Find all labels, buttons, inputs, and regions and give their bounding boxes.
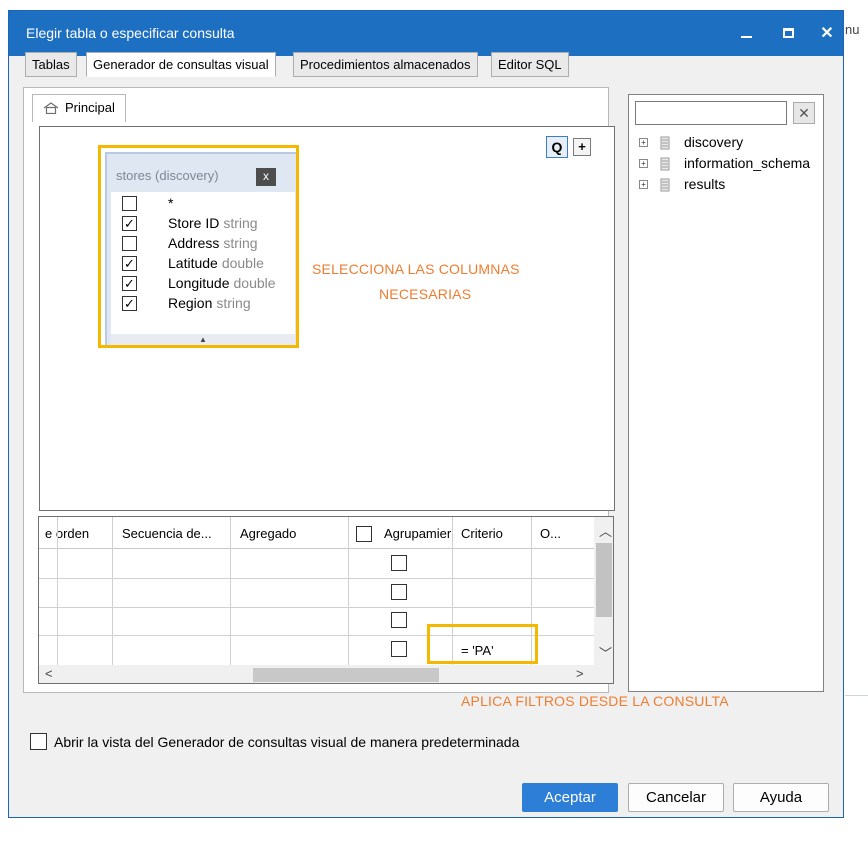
tab-sql-editor[interactable]: Editor SQL xyxy=(491,52,569,77)
grid-header-sort-order[interactable]: Secuencia de... xyxy=(122,526,212,541)
vertical-scroll-thumb[interactable] xyxy=(596,543,612,617)
clear-search-icon[interactable]: ✕ xyxy=(793,102,815,124)
grid-col-divider xyxy=(57,517,58,665)
maximize-button[interactable] xyxy=(770,19,806,49)
grid-header: e orden Secuencia de... Agregado Agrupam… xyxy=(39,517,594,549)
tree-item-label: discovery xyxy=(684,134,744,150)
expand-icon[interactable]: + xyxy=(639,138,648,147)
home-icon xyxy=(43,102,59,114)
tab-principal-label: Principal xyxy=(65,100,115,115)
scroll-right-icon[interactable]: > xyxy=(576,666,584,681)
minimize-button[interactable] xyxy=(728,19,764,49)
grid-header-or[interactable]: O... xyxy=(540,526,561,541)
close-button[interactable]: ✕ xyxy=(809,19,845,49)
scroll-down-icon[interactable]: ﹀ xyxy=(599,643,612,662)
horizontal-scroll-thumb[interactable] xyxy=(253,668,439,682)
grid-header-sort-type[interactable]: e orden xyxy=(45,526,89,541)
expand-icon[interactable]: + xyxy=(639,180,648,189)
window-title: Elegir tabla o especificar consulta xyxy=(26,25,235,41)
grid-vertical-scrollbar[interactable]: ︿ ﹀ xyxy=(594,517,613,665)
add-table-button[interactable]: + xyxy=(573,138,591,156)
title-bar: Elegir tabla o especificar consulta ✕ xyxy=(9,11,843,56)
expand-icon[interactable]: + xyxy=(639,159,648,168)
ok-button[interactable]: Aceptar xyxy=(522,783,618,812)
tab-stored-procedures[interactable]: Procedimientos almacenados xyxy=(293,52,478,77)
background-stray-text: nu xyxy=(845,22,860,37)
help-button[interactable]: Ayuda xyxy=(733,783,829,812)
annotation-select-columns: SELECCIONA LAS COLUMNAS xyxy=(312,261,520,277)
grid-col-divider xyxy=(230,517,231,665)
maximize-icon xyxy=(782,28,794,38)
group-by-checkbox[interactable] xyxy=(391,555,407,571)
grid-col-divider xyxy=(348,517,349,665)
grid-col-divider xyxy=(112,517,113,665)
default-view-checkbox[interactable] xyxy=(30,733,47,750)
default-view-label[interactable]: Abrir la vista del Generador de consulta… xyxy=(54,734,519,750)
schema-tree-panel: ✕ + discovery + information_schema + res… xyxy=(628,94,824,692)
scroll-left-icon[interactable]: < xyxy=(45,666,53,681)
database-icon xyxy=(660,178,670,192)
annotation-apply-filters: APLICA FILTROS DESDE LA CONSULTA xyxy=(461,693,729,709)
zoom-button[interactable]: Q xyxy=(546,136,568,158)
grid-header-group-by[interactable]: Agrupamier xyxy=(384,526,451,541)
database-icon xyxy=(660,136,670,150)
highlight-columns xyxy=(98,145,299,348)
background-divider xyxy=(845,695,868,696)
grid-header-aggregate[interactable]: Agregado xyxy=(240,526,296,541)
group-by-checkbox[interactable] xyxy=(391,641,407,657)
grid-header-criteria[interactable]: Criterio xyxy=(461,526,503,541)
grid-horizontal-scrollbar[interactable]: < > xyxy=(39,665,613,683)
tab-visual-query-builder[interactable]: Generador de consultas visual xyxy=(86,52,276,77)
annotation-select-columns-line2: NECESARIAS xyxy=(379,286,472,302)
group-by-checkbox[interactable] xyxy=(391,584,407,600)
close-icon: ✕ xyxy=(820,25,834,42)
group-by-header-checkbox[interactable] xyxy=(356,526,372,542)
minimize-icon xyxy=(740,36,752,38)
tree-item-label: information_schema xyxy=(684,155,811,171)
highlight-criteria xyxy=(427,624,538,664)
tree-item-label: results xyxy=(684,176,726,192)
tab-principal[interactable]: Principal xyxy=(32,94,126,122)
grid-row-divider xyxy=(39,578,594,579)
tab-tablas[interactable]: Tablas xyxy=(25,52,77,77)
group-by-checkbox[interactable] xyxy=(391,612,407,628)
scroll-up-icon[interactable]: ︿ xyxy=(599,521,612,540)
tree-search-input[interactable] xyxy=(635,101,787,125)
grid-row-divider xyxy=(39,607,594,608)
cancel-button[interactable]: Cancelar xyxy=(628,783,724,812)
database-icon xyxy=(660,157,670,171)
